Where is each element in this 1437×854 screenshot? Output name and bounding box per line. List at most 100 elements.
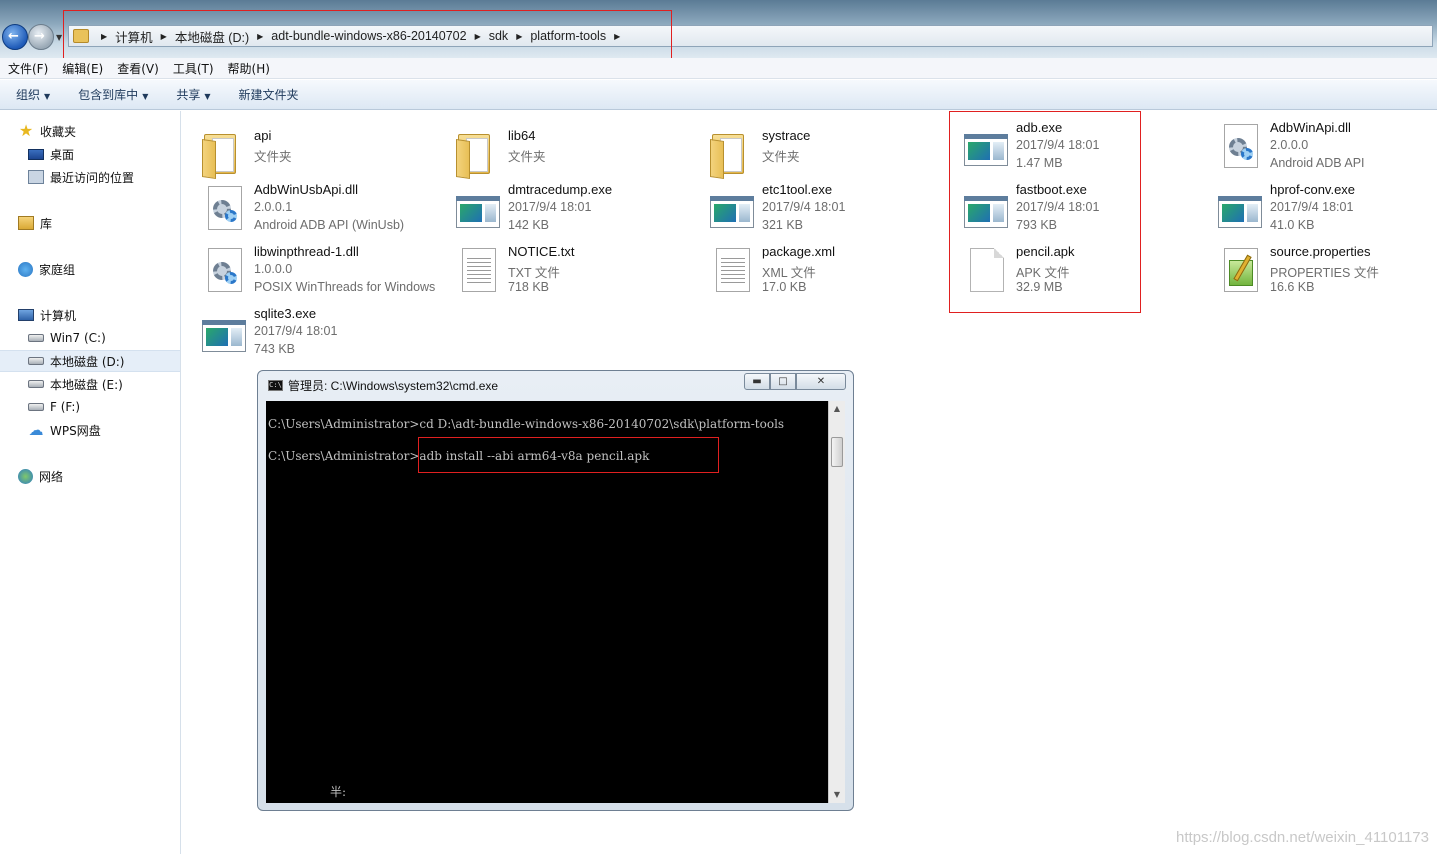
scroll-up-icon[interactable]: ▲ bbox=[829, 401, 845, 417]
sidebar-item-label: 收藏夹 bbox=[40, 124, 77, 139]
forward-button[interactable]: → bbox=[28, 24, 54, 50]
file-detail: 2.0.0.1 bbox=[254, 200, 293, 214]
file-item-libwinpthread-dll[interactable]: libwinpthread-1.dll 1.0.0.0 POSIX WinThr… bbox=[182, 238, 435, 298]
sidebar-item-drive-c[interactable]: Win7 (C:) bbox=[0, 327, 180, 349]
menu-edit[interactable]: 编辑(E) bbox=[62, 60, 103, 77]
folder-icon bbox=[454, 130, 502, 179]
file-detail: 2017/9/4 18:01 bbox=[1270, 200, 1354, 214]
back-button[interactable]: ← bbox=[2, 24, 28, 50]
sidebar-item-drive-d[interactable]: 本地磁盘 (D:) bbox=[0, 350, 180, 372]
scroll-down-icon[interactable]: ▼ bbox=[829, 787, 845, 803]
file-size: 321 KB bbox=[762, 218, 804, 232]
recent-pages-dropdown[interactable]: ▼ bbox=[56, 33, 62, 42]
scrollbar-thumb[interactable] bbox=[831, 437, 843, 467]
file-item-systrace[interactable]: systrace 文件夹 bbox=[690, 122, 940, 182]
exe-icon bbox=[1216, 184, 1264, 232]
sidebar-item-label: 网络 bbox=[39, 469, 64, 484]
sidebar-item-label: 库 bbox=[40, 216, 53, 231]
sidebar-item-desktop[interactable]: 桌面 bbox=[0, 143, 180, 165]
sidebar-item-label: 最近访问的位置 bbox=[50, 170, 135, 185]
exe-icon bbox=[454, 184, 502, 232]
drive-icon bbox=[28, 357, 44, 365]
chevron-down-icon: ▼ bbox=[44, 92, 51, 101]
text-file-icon bbox=[708, 246, 756, 294]
file-name: hprof-conv.exe bbox=[1270, 182, 1356, 197]
vertical-scrollbar[interactable]: ▲ ▼ bbox=[828, 401, 845, 803]
file-item-adbwinusbapi-dll[interactable]: AdbWinUsbApi.dll 2.0.0.1 Android ADB API… bbox=[182, 176, 432, 236]
cloud-icon: ☁ bbox=[28, 421, 44, 439]
menu-view[interactable]: 查看(V) bbox=[117, 60, 159, 77]
close-icon: ✕ bbox=[816, 376, 826, 387]
file-name: etc1tool.exe bbox=[762, 182, 833, 197]
sidebar-item-label: 桌面 bbox=[50, 147, 75, 162]
file-size: 718 KB bbox=[508, 280, 550, 294]
arrow-left-icon: ← bbox=[8, 29, 19, 44]
share-label: 共享 bbox=[176, 88, 201, 102]
sidebar-item-drive-e[interactable]: 本地磁盘 (E:) bbox=[0, 373, 180, 395]
include-in-library-button[interactable]: 包含到库中 ▼ bbox=[78, 86, 148, 103]
file-name: libwinpthread-1.dll bbox=[254, 244, 359, 259]
file-item-notice-txt[interactable]: NOTICE.txt TXT 文件 718 KB bbox=[436, 238, 686, 298]
file-description: Android ADB API bbox=[1270, 156, 1365, 170]
file-detail: 文件夹 bbox=[508, 150, 546, 164]
include-in-library-label: 包含到库中 bbox=[78, 88, 139, 102]
share-button[interactable]: 共享 ▼ bbox=[176, 86, 210, 103]
file-item-package-xml[interactable]: package.xml XML 文件 17.0 KB bbox=[690, 238, 940, 298]
file-item-adbwinapi-dll[interactable]: AdbWinApi.dll 2.0.0.0 Android ADB API bbox=[1198, 114, 1437, 174]
sidebar-item-label: F (F:) bbox=[50, 400, 81, 414]
menu-tools[interactable]: 工具(T) bbox=[173, 60, 214, 77]
sidebar-item-favorites[interactable]: ★ 收藏夹 bbox=[0, 120, 180, 142]
file-name: systrace bbox=[762, 128, 811, 143]
exe-icon bbox=[200, 308, 248, 356]
minimize-button[interactable]: ▬ bbox=[744, 373, 770, 390]
drive-icon bbox=[28, 380, 44, 388]
file-name: AdbWinApi.dll bbox=[1270, 120, 1351, 135]
organize-button[interactable]: 组织 ▼ bbox=[16, 86, 50, 103]
file-detail: 文件夹 bbox=[254, 150, 292, 164]
sidebar-item-libraries[interactable]: 库 bbox=[0, 212, 180, 234]
computer-icon bbox=[18, 309, 34, 321]
cmd-titlebar[interactable]: C:\ 管理员: C:\Windows\system32\cmd.exe ▬ □… bbox=[258, 371, 853, 399]
sidebar-item-label: 本地磁盘 (D:) bbox=[50, 354, 125, 369]
file-detail: XML 文件 bbox=[762, 266, 816, 280]
file-item-source-properties[interactable]: source.properties PROPERTIES 文件 16.6 KB bbox=[1198, 238, 1437, 298]
file-detail: 2.0.0.0 bbox=[1270, 138, 1309, 152]
menu-file[interactable]: 文件(F) bbox=[8, 60, 48, 77]
file-name: sqlite3.exe bbox=[254, 306, 317, 321]
file-item-hprof-conv-exe[interactable]: hprof-conv.exe 2017/9/4 18:01 41.0 KB bbox=[1198, 176, 1437, 236]
file-name: dmtracedump.exe bbox=[508, 182, 613, 197]
sidebar-item-drive-f[interactable]: F (F:) bbox=[0, 396, 180, 418]
sidebar-item-recent[interactable]: 最近访问的位置 bbox=[0, 166, 180, 188]
file-item-dmtracedump-exe[interactable]: dmtracedump.exe 2017/9/4 18:01 142 KB bbox=[436, 176, 686, 236]
sidebar-item-wps[interactable]: ☁ WPS网盘 bbox=[0, 419, 180, 441]
arrow-right-icon: → bbox=[34, 29, 45, 44]
new-folder-button[interactable]: 新建文件夹 bbox=[239, 86, 299, 103]
address-highlight-box bbox=[63, 10, 672, 59]
ime-status: 半: bbox=[330, 785, 347, 799]
menu-bar: 文件(F) 编辑(E) 查看(V) 工具(T) 帮助(H) bbox=[0, 58, 1437, 79]
file-item-lib64[interactable]: lib64 文件夹 bbox=[436, 122, 686, 182]
file-item-etc1tool-exe[interactable]: etc1tool.exe 2017/9/4 18:01 321 KB bbox=[690, 176, 940, 236]
file-detail: 2017/9/4 18:01 bbox=[762, 200, 846, 214]
sidebar-item-label: Win7 (C:) bbox=[50, 331, 106, 345]
watermark: https://blog.csdn.net/weixin_41101173 bbox=[1176, 829, 1429, 846]
cmd-icon: C:\ bbox=[268, 380, 283, 391]
sidebar-item-homegroup[interactable]: 家庭组 bbox=[0, 258, 180, 280]
files-highlight-box bbox=[949, 111, 1141, 313]
sidebar-item-computer[interactable]: 计算机 bbox=[0, 304, 180, 326]
close-button[interactable]: ✕ bbox=[796, 373, 846, 390]
file-detail: 2017/9/4 18:01 bbox=[508, 200, 592, 214]
file-item-api[interactable]: api 文件夹 bbox=[182, 122, 432, 182]
sidebar-item-label: WPS网盘 bbox=[50, 423, 101, 438]
drive-icon bbox=[28, 334, 44, 342]
maximize-button[interactable]: □ bbox=[770, 373, 796, 390]
sidebar-item-network[interactable]: 网络 bbox=[0, 465, 180, 487]
file-name: NOTICE.txt bbox=[508, 244, 575, 259]
menu-help[interactable]: 帮助(H) bbox=[228, 60, 270, 77]
library-icon bbox=[18, 216, 34, 230]
file-detail: 文件夹 bbox=[762, 150, 800, 164]
file-item-sqlite3-exe[interactable]: sqlite3.exe 2017/9/4 18:01 743 KB bbox=[182, 300, 432, 360]
folder-icon bbox=[200, 130, 248, 179]
file-size: 41.0 KB bbox=[1270, 218, 1315, 232]
recent-places-icon bbox=[28, 170, 44, 184]
